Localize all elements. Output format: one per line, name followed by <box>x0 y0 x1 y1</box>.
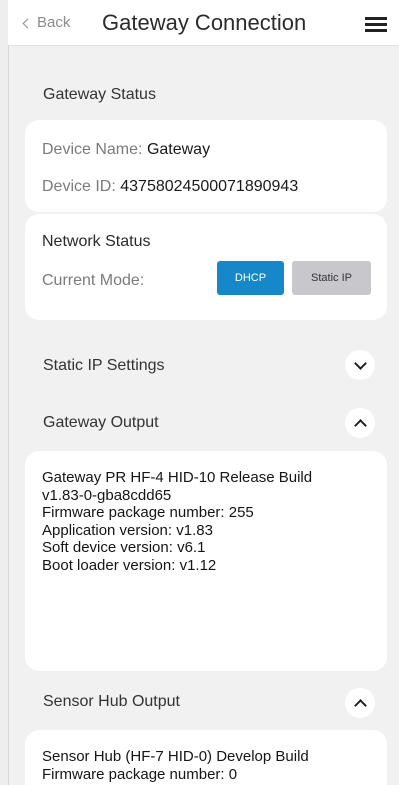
top-bar: Back Gateway Connection <box>8 0 399 46</box>
device-name-label: Device Name: <box>42 141 143 158</box>
page-title: Gateway Connection <box>102 10 307 35</box>
network-status-heading: Network Status <box>42 233 151 250</box>
back-chevron-icon <box>22 18 33 28</box>
device-id-value: 43758024500071890943 <box>120 178 299 195</box>
current-mode-label: Current Mode: <box>42 272 145 289</box>
dhcp-button[interactable]: DHCP <box>217 261 284 295</box>
chevron-up-icon <box>353 699 367 712</box>
device-name-row: Device Name: Gateway <box>42 141 210 159</box>
sensor-hub-output-line: Sensor Hub (HF-7 HID-0) Develop Build <box>42 748 309 765</box>
sensor-hub-collapse-toggle[interactable] <box>345 688 375 718</box>
hamburger-menu-icon[interactable] <box>365 17 387 33</box>
static-ip-settings-heading: Static IP Settings <box>43 357 165 374</box>
sensor-hub-output-text: Sensor Hub (HF-7 HID-0) Develop Build Fir… <box>42 748 372 783</box>
gateway-output-line: Soft device version: v6.1 <box>42 539 206 556</box>
sensor-hub-output-line: Firmware package number: 0 <box>42 765 238 783</box>
chevron-down-icon <box>353 356 367 370</box>
sensor-hub-output-card: Sensor Hub (HF-7 HID-0) Develop Build Fir… <box>25 730 387 785</box>
gateway-output-collapse-toggle[interactable] <box>345 408 375 438</box>
network-status-card: Network Status Current Mode: DHCP Static… <box>25 214 387 320</box>
device-name-value: Gateway <box>146 141 211 158</box>
back-label: Back <box>37 14 71 31</box>
gateway-output-line: Boot loader version: v1.12 <box>42 556 217 574</box>
gateway-output-line: Firmware package number: 255 <box>42 504 254 521</box>
chevron-up-icon <box>353 419 367 432</box>
back-button[interactable]: Back <box>22 14 71 31</box>
static-ip-button[interactable]: Static IP <box>292 261 371 295</box>
static-ip-expand-toggle[interactable] <box>345 350 375 380</box>
gateway-output-text: Gateway PR HF-4 HID-10 Release Build v1.8… <box>42 469 372 574</box>
sensor-hub-output-heading: Sensor Hub Output <box>43 693 180 710</box>
gateway-status-heading: Gateway Status <box>43 86 156 103</box>
gateway-output-heading: Gateway Output <box>43 414 159 431</box>
device-id-label: Device ID: <box>42 178 116 195</box>
gateway-output-card: Gateway PR HF-4 HID-10 Release Build v1.8… <box>25 451 387 671</box>
device-info-card: Device Name: Gateway Device ID: 43758024… <box>25 120 387 212</box>
gateway-output-line: Application version: v1.83 <box>42 521 213 539</box>
gateway-output-line: v1.83-0-gba8cdd65 <box>42 486 172 504</box>
device-id-row: Device ID: 43758024500071890943 <box>42 178 298 196</box>
gateway-output-line: Gateway PR HF-4 HID-10 Release Build <box>42 469 313 486</box>
